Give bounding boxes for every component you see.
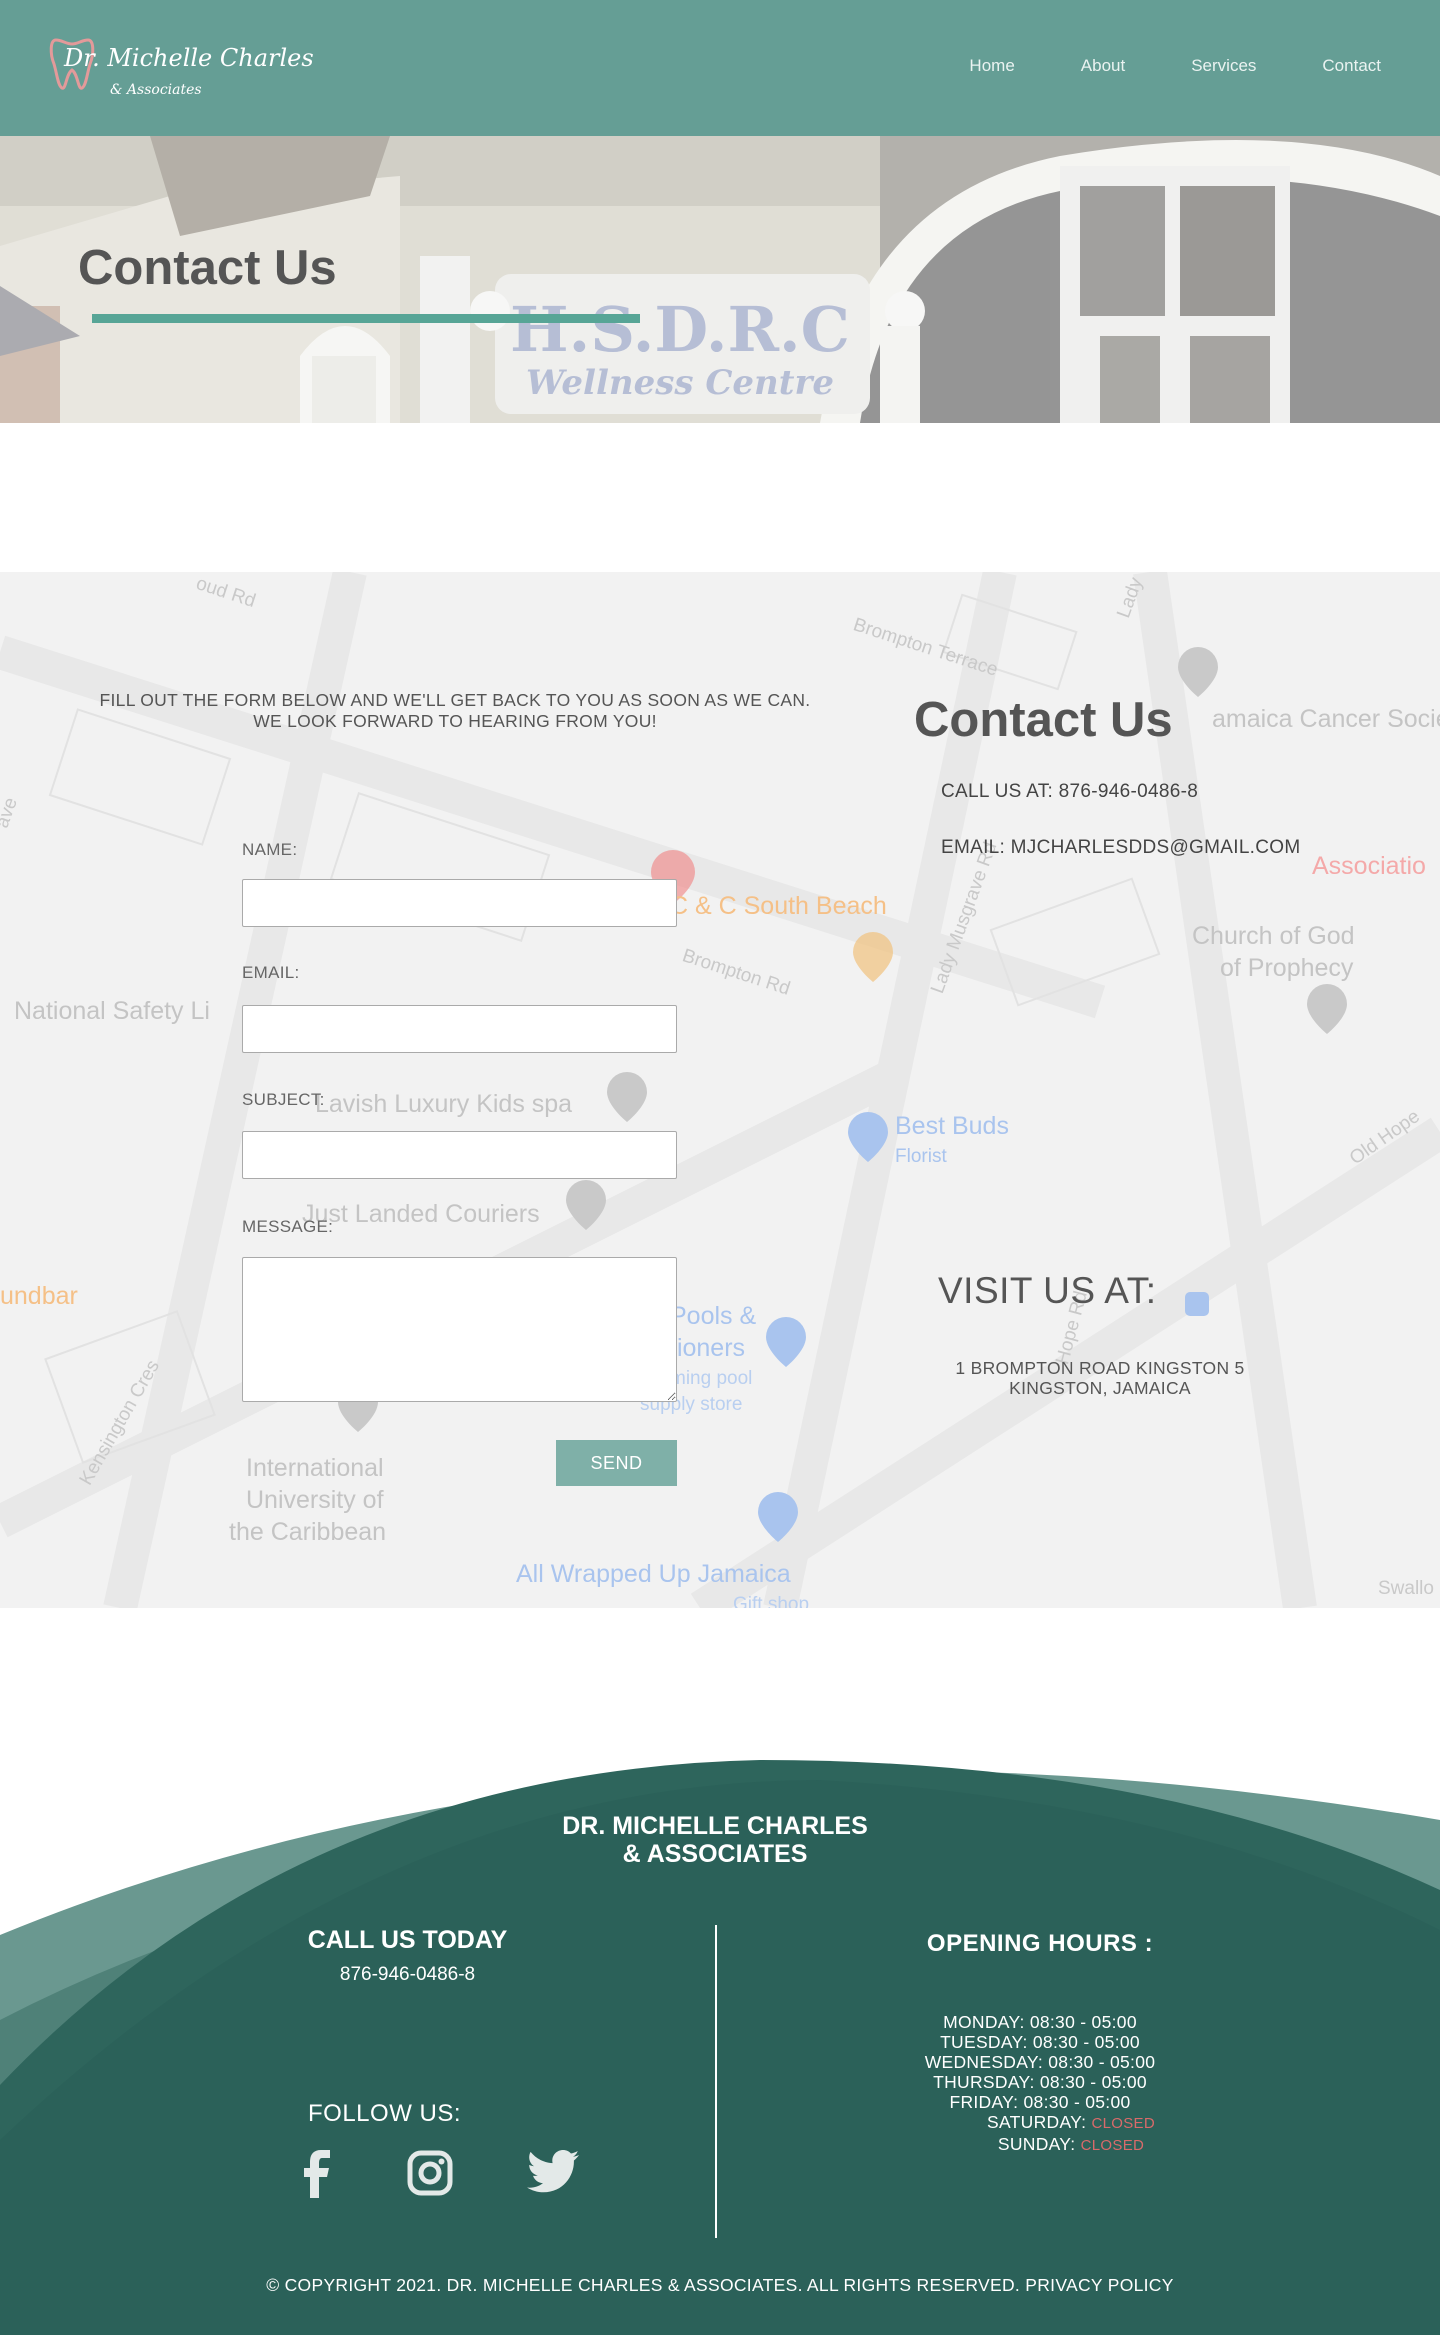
address-line: KINGSTON, JAMAICA xyxy=(1009,1378,1191,1398)
map-label: Associatio xyxy=(1312,852,1426,880)
map-label: University of xyxy=(246,1486,384,1514)
hero-banner: H.S.D.R.C Wellness Centre Contact Us xyxy=(0,136,1440,423)
hours-day: MONDAY: xyxy=(943,2012,1025,2032)
hours-row: THURSDAY: 08:30 - 05:00 xyxy=(880,2072,1200,2092)
hours-title: OPENING HOURS : xyxy=(926,1930,1154,1957)
call-title: CALL US TODAY xyxy=(307,1926,508,1954)
send-button[interactable]: SEND xyxy=(556,1440,677,1486)
hours-day: SUNDAY: xyxy=(997,2134,1076,2154)
hours-day: SATURDAY: xyxy=(987,2112,1087,2132)
name-label: NAME: xyxy=(242,840,298,859)
follow-title: FOLLOW US: xyxy=(308,2100,462,2127)
visit-address: 1 BROMPTON ROAD KINGSTON 5 KINGSTON, JAM… xyxy=(900,1358,1300,1398)
instagram-icon[interactable] xyxy=(407,2150,453,2196)
map-label: National Safety Li xyxy=(14,997,210,1025)
hours-closed: CLOSED xyxy=(1080,2137,1145,2154)
nav-services[interactable]: Services xyxy=(1191,56,1256,76)
hours-day: WEDNESDAY: xyxy=(924,2052,1044,2072)
nav-about[interactable]: About xyxy=(1081,56,1125,76)
contact-section: oud Rd Brompton Terrace Lady ave amaica … xyxy=(0,572,1440,1608)
map-label: All Wrapped Up Jamaica xyxy=(516,1560,791,1588)
hours-time: 08:30 - 05:00 xyxy=(1029,2012,1137,2032)
hours-time: 08:30 - 05:00 xyxy=(1039,2072,1147,2092)
contact-phone[interactable]: CALL US AT: 876-946-0486-8 xyxy=(941,781,1198,803)
hours-time: 08:30 - 05:00 xyxy=(1048,2052,1156,2072)
main-nav: Home About Services Contact xyxy=(969,56,1440,76)
hours-row: TUESDAY: 08:30 - 05:00 xyxy=(880,2032,1200,2052)
map-label: of Prophecy xyxy=(1220,954,1354,982)
email-label: EMAIL: xyxy=(242,963,300,982)
twitter-icon[interactable] xyxy=(527,2150,579,2194)
map-label: C & C South Beach xyxy=(670,892,887,920)
hours-day: THURSDAY: xyxy=(933,2072,1035,2092)
map-label: Lavish Luxury Kids spa xyxy=(315,1090,573,1118)
name-input[interactable] xyxy=(242,879,677,927)
visit-title: VISIT US AT: xyxy=(938,1270,1157,1311)
hours-row: WEDNESDAY: 08:30 - 05:00 xyxy=(880,2052,1200,2072)
map-label: undbar xyxy=(0,1282,78,1310)
footer-divider xyxy=(715,1925,717,2238)
hours-time: 08:30 - 05:00 xyxy=(1023,2092,1131,2112)
site-header: Dr. Michelle Charles & Associates Home A… xyxy=(0,0,1440,136)
hours-row: SATURDAY: CLOSED xyxy=(880,2112,1200,2134)
nav-home[interactable]: Home xyxy=(969,56,1014,76)
map-label: ming pool xyxy=(670,1368,753,1389)
hours-day: TUESDAY: xyxy=(940,2032,1028,2052)
hours-time: 08:30 - 05:00 xyxy=(1032,2032,1140,2052)
contact-email[interactable]: EMAIL: MJCHARLESDDS@GMAIL.COM xyxy=(941,837,1301,859)
map-label: the Caribbean xyxy=(229,1518,387,1546)
footer-brand: DR. MICHELLE CHARLES & ASSOCIATES xyxy=(470,1812,960,1868)
form-intro: FILL OUT THE FORM BELOW AND WE'LL GET BA… xyxy=(40,690,870,732)
call-number[interactable]: 876-946-0486-8 xyxy=(260,1964,555,1986)
map-label: amaica Cancer Society xyxy=(1212,705,1440,733)
opening-hours: MONDAY: 08:30 - 05:00 TUESDAY: 08:30 - 0… xyxy=(880,2012,1200,2156)
logo-name: Dr. Michelle Charles xyxy=(64,44,314,72)
email-input[interactable] xyxy=(242,1005,677,1053)
page-title: Contact Us xyxy=(78,241,337,295)
subject-input[interactable] xyxy=(242,1131,677,1179)
hours-closed: CLOSED xyxy=(1091,2115,1155,2132)
nav-contact[interactable]: Contact xyxy=(1322,56,1381,76)
map-label: International xyxy=(246,1454,384,1482)
map-label: Church of God xyxy=(1192,922,1355,950)
intro-line: FILL OUT THE FORM BELOW AND WE'LL GET BA… xyxy=(99,690,811,710)
brand-line: & ASSOCIATES xyxy=(622,1840,808,1868)
map-label: Pools & xyxy=(670,1302,757,1330)
site-footer: DR. MICHELLE CHARLES & ASSOCIATES CALL U… xyxy=(0,1740,1440,2335)
map-label: Gift shop xyxy=(733,1594,810,1608)
hours-row: MONDAY: 08:30 - 05:00 xyxy=(880,2012,1200,2032)
map-label: tioners xyxy=(670,1334,746,1362)
map-label: Just Landed Couriers xyxy=(302,1200,540,1228)
message-label: MESSAGE: xyxy=(242,1217,334,1236)
map-label: Swallo xyxy=(1378,1578,1434,1599)
map-label: Florist xyxy=(895,1146,947,1167)
facebook-icon[interactable] xyxy=(302,2150,332,2198)
logo-subtitle: & Associates xyxy=(110,82,202,98)
contact-title: Contact Us xyxy=(914,693,1173,747)
brand-line: DR. MICHELLE CHARLES xyxy=(562,1812,868,1840)
hours-row: SUNDAY: CLOSED xyxy=(880,2134,1200,2156)
logo[interactable]: Dr. Michelle Charles & Associates xyxy=(48,32,314,112)
hours-day: FRIDAY: xyxy=(949,2092,1019,2112)
hours-row: FRIDAY: 08:30 - 05:00 xyxy=(880,2092,1200,2112)
subject-label: SUBJECT: xyxy=(242,1090,325,1109)
map-label: Best Buds xyxy=(895,1112,1009,1140)
copyright: © COPYRIGHT 2021. DR. MICHELLE CHARLES &… xyxy=(266,2275,1174,2295)
intro-line: WE LOOK FORWARD TO HEARING FROM YOU! xyxy=(253,711,657,731)
message-textarea[interactable] xyxy=(242,1257,677,1402)
title-underline xyxy=(92,314,640,323)
address-line: 1 BROMPTON ROAD KINGSTON 5 xyxy=(955,1358,1245,1378)
